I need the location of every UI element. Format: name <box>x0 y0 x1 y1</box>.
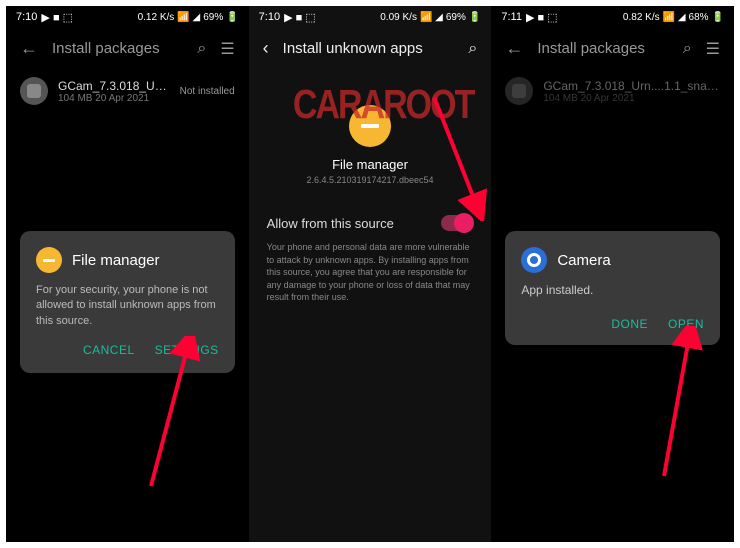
apk-status: Not installed <box>180 86 235 97</box>
status-bar: 7:11 ▶ ■ ⬚ 0.82 K/s 📶 ◢ 68% 🔋 <box>491 6 734 28</box>
apk-meta: 104 MB 20 Apr 2021 <box>543 93 720 104</box>
watermark: CARAROOT <box>293 82 473 129</box>
status-time: 7:10 <box>259 11 280 23</box>
battery-pct: 69% <box>446 12 466 23</box>
page-title: Install packages <box>52 40 183 57</box>
apk-icon <box>20 77 48 105</box>
header: ← Install packages ⌕ ☰ <box>491 28 734 69</box>
battery-pct: 68% <box>689 12 709 23</box>
app-version: 2.6.4.5.210319174217.dbeec54 <box>249 175 492 185</box>
search-icon[interactable]: ⌕ <box>197 40 206 58</box>
status-time: 7:11 <box>501 11 522 23</box>
status-bar: 7:10 ▶ ■ ⬚ 0.12 K/s 📶 ◢ 69% 🔋 <box>6 6 249 28</box>
toggle-label: Allow from this source <box>267 216 394 231</box>
page-title: Install packages <box>537 40 668 57</box>
dialog-title: File manager <box>72 252 160 269</box>
header: ‹ Install unknown apps ⌕ <box>249 28 492 69</box>
status-bar: 7:10 ▶ ■ ⬚ 0.09 K/s 📶 ◢ 69% 🔋 <box>249 6 492 28</box>
apk-filename: GCam_7.3.018_Urn....1.1_snapcam.apk <box>58 79 170 93</box>
search-icon[interactable]: ⌕ <box>683 40 692 58</box>
install-blocked-dialog: File manager For your security, your pho… <box>20 231 235 373</box>
back-icon[interactable]: ← <box>20 38 38 59</box>
dialog-body: App installed. <box>521 283 704 297</box>
camera-icon <box>521 247 547 273</box>
apk-list-item[interactable]: GCam_7.3.018_Urn....1.1_snapcam.apk 104 … <box>6 69 249 113</box>
phone-screen-2: CARAROOT 7:10 ▶ ■ ⬚ 0.09 K/s 📶 ◢ 69% 🔋 ‹… <box>249 6 492 542</box>
apk-meta: 104 MB 20 Apr 2021 <box>58 93 170 104</box>
back-icon[interactable]: ‹ <box>263 38 269 59</box>
apk-icon <box>505 77 533 105</box>
phone-screen-3: 7:11 ▶ ■ ⬚ 0.82 K/s 📶 ◢ 68% 🔋 ← Install … <box>491 6 734 542</box>
file-manager-icon <box>36 247 62 273</box>
done-button[interactable]: DONE <box>611 317 648 331</box>
header: ← Install packages ⌕ ☰ <box>6 28 249 69</box>
install-success-dialog: Camera App installed. DONE OPEN <box>505 231 720 345</box>
search-icon[interactable]: ⌕ <box>468 40 477 58</box>
open-button[interactable]: OPEN <box>668 317 704 331</box>
status-time: 7:10 <box>16 11 37 23</box>
dialog-body: For your security, your phone is not all… <box>36 283 219 329</box>
warning-text: Your phone and personal data are more vu… <box>249 241 492 304</box>
cancel-button[interactable]: CANCEL <box>83 343 135 357</box>
arrow-annotation <box>646 326 706 486</box>
allow-source-row[interactable]: Allow from this source <box>249 199 492 241</box>
phone-screen-1: 7:10 ▶ ■ ⬚ 0.12 K/s 📶 ◢ 69% 🔋 ← Install … <box>6 6 249 542</box>
page-title: Install unknown apps <box>283 40 455 57</box>
filter-icon[interactable]: ☰ <box>706 39 720 59</box>
back-icon[interactable]: ← <box>505 38 523 59</box>
battery-pct: 69% <box>203 12 223 23</box>
dialog-title: Camera <box>557 252 610 269</box>
apk-filename: GCam_7.3.018_Urn....1.1_snapcam.apk <box>543 79 720 93</box>
filter-icon[interactable]: ☰ <box>220 39 234 59</box>
allow-source-toggle[interactable] <box>441 215 473 231</box>
settings-button[interactable]: SETTINGS <box>155 343 219 357</box>
apk-list-item[interactable]: GCam_7.3.018_Urn....1.1_snapcam.apk 104 … <box>491 69 734 113</box>
app-name: File manager <box>249 157 492 172</box>
